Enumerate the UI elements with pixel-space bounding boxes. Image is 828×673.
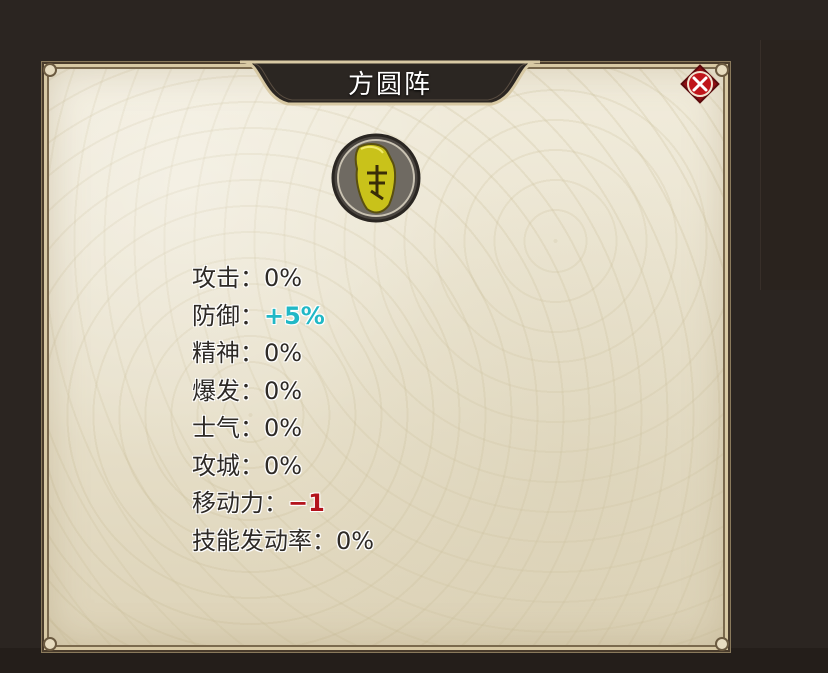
stat-label: 爆发： bbox=[192, 376, 264, 405]
background-strip bbox=[0, 648, 828, 673]
stat-row-defense: 防御：+5% bbox=[192, 298, 374, 336]
stat-value: +5% bbox=[264, 301, 325, 330]
stat-label: 技能发动率： bbox=[192, 526, 336, 555]
stat-row-movement: 移动力：−1 bbox=[192, 485, 374, 523]
frame-corner bbox=[43, 637, 57, 651]
stat-row-attack: 攻击：0% bbox=[192, 260, 374, 298]
stat-row-siege: 攻城：0% bbox=[192, 448, 374, 486]
stat-value: 0% bbox=[264, 339, 303, 367]
stat-label: 士气： bbox=[192, 414, 264, 442]
frame-corner bbox=[43, 63, 57, 77]
dialog-title: 方圆阵 bbox=[347, 70, 432, 100]
stat-row-spirit: 精神：0% bbox=[192, 335, 374, 373]
stat-row-morale: 士气：0% bbox=[192, 410, 374, 448]
stat-label: 攻城： bbox=[192, 451, 264, 480]
stat-label: 防御： bbox=[192, 301, 264, 330]
stat-value: 0% bbox=[264, 414, 303, 442]
stat-value: 0% bbox=[336, 526, 375, 555]
stat-value: 0% bbox=[264, 264, 303, 292]
background-panel bbox=[760, 40, 828, 290]
stat-value: 0% bbox=[264, 451, 303, 480]
frame-corner bbox=[715, 637, 729, 651]
stat-row-skill-trigger-rate: 技能发动率：0% bbox=[192, 523, 374, 561]
stat-label: 移动力： bbox=[192, 489, 288, 517]
close-icon[interactable] bbox=[680, 64, 720, 104]
formation-scroll-icon bbox=[331, 133, 421, 223]
formation-emblem bbox=[331, 133, 421, 223]
stat-value: −1 bbox=[288, 489, 325, 517]
stat-value: 0% bbox=[264, 376, 303, 405]
stats-list: 攻击：0% 防御：+5% 精神：0% 爆发：0% 士气：0% 攻城：0% 移动力… bbox=[192, 260, 374, 560]
stat-row-burst: 爆发：0% bbox=[192, 373, 374, 411]
close-button[interactable] bbox=[680, 64, 720, 104]
stat-label: 攻击： bbox=[192, 264, 264, 292]
title-plate: 方圆阵 bbox=[240, 58, 540, 112]
stat-label: 精神： bbox=[192, 339, 264, 367]
